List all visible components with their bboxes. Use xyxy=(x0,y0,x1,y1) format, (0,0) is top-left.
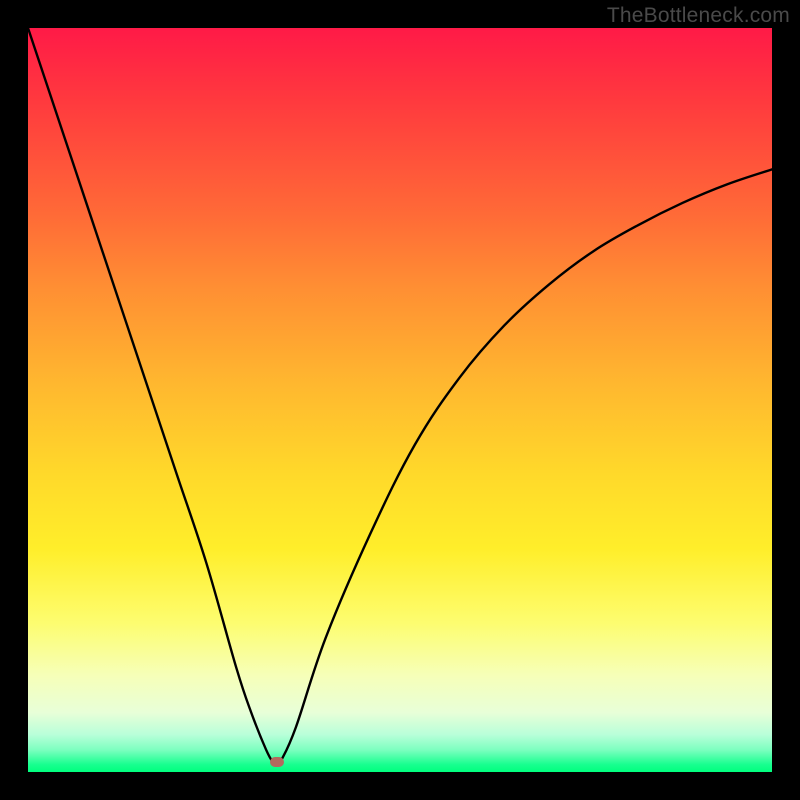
gradient-background xyxy=(28,28,772,772)
optimal-marker xyxy=(270,757,284,767)
watermark-text: TheBottleneck.com xyxy=(607,4,790,28)
chart-frame xyxy=(28,28,772,772)
